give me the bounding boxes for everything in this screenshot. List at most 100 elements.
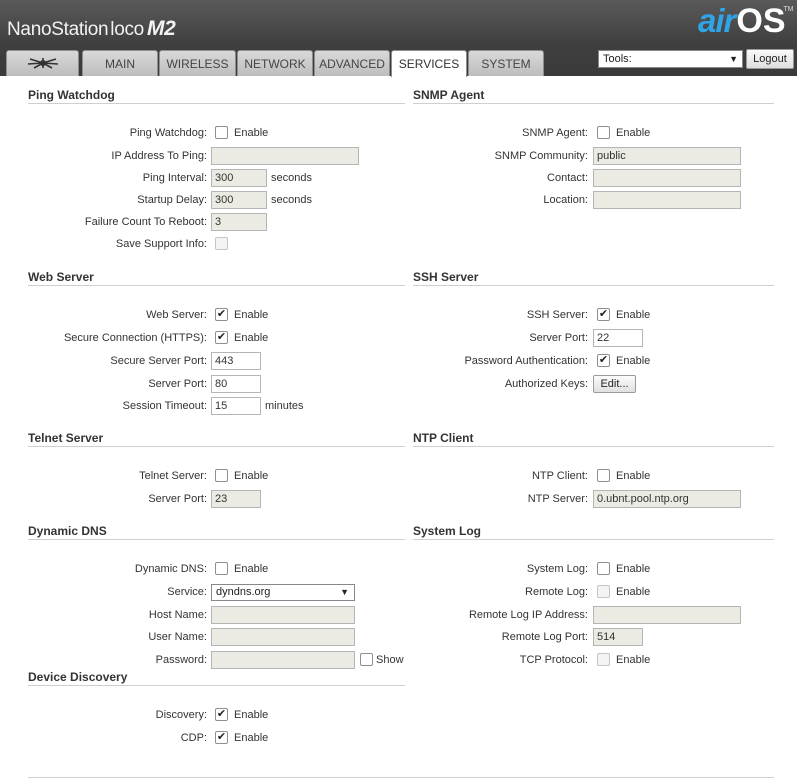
remote-log-label: Remote Log: bbox=[525, 586, 588, 598]
web-server-enable-text: Enable bbox=[234, 309, 269, 321]
snmp-agent-checkbox[interactable] bbox=[597, 126, 610, 139]
ssh-server-title: SSH Server bbox=[413, 270, 479, 284]
remote-log-checkbox[interactable] bbox=[597, 585, 610, 598]
ping-interval-unit: seconds bbox=[271, 172, 312, 184]
snmp-community-input[interactable]: public bbox=[593, 147, 741, 165]
ssh-server-label: SSH Server: bbox=[526, 309, 588, 321]
section-divider bbox=[413, 539, 774, 541]
snmp-contact-input[interactable] bbox=[593, 169, 741, 187]
brand-name: NanoStation bbox=[7, 19, 109, 40]
ping-interval-input[interactable]: 300 bbox=[211, 169, 267, 187]
tab-services[interactable]: SERVICES bbox=[391, 50, 467, 77]
ping-interval-label: Ping Interval: bbox=[142, 172, 207, 184]
startup-delay-label: Startup Delay: bbox=[137, 194, 207, 206]
discovery-label: Discovery: bbox=[155, 709, 207, 721]
telnet-port-label: Server Port: bbox=[148, 493, 207, 505]
ddns-user-input[interactable] bbox=[211, 628, 355, 646]
snmp-agent-enable-text: Enable bbox=[616, 127, 651, 139]
product-logo: NanoStation loco M2 bbox=[7, 17, 176, 41]
ping-watchdog-checkbox[interactable] bbox=[215, 126, 228, 139]
tab-system[interactable]: SYSTEM bbox=[468, 50, 544, 76]
show-password-text: Show bbox=[376, 654, 404, 666]
dynamic-dns-checkbox[interactable] bbox=[215, 562, 228, 575]
web-port-label: Server Port: bbox=[148, 378, 207, 390]
save-support-label: Save Support Info: bbox=[115, 238, 207, 250]
web-server-checkbox[interactable]: ✔ bbox=[215, 308, 228, 321]
failure-count-input[interactable]: 3 bbox=[211, 213, 267, 231]
section-divider bbox=[28, 285, 405, 287]
ddns-password-input[interactable] bbox=[211, 651, 355, 669]
tools-selected-value: Tools: bbox=[603, 53, 632, 65]
tab-wireless[interactable]: WIRELESS bbox=[159, 50, 236, 76]
secure-port-input[interactable]: 443 bbox=[211, 352, 261, 370]
ntp-client-checkbox[interactable] bbox=[597, 469, 610, 482]
dynamic-dns-title: Dynamic DNS bbox=[28, 524, 107, 538]
ddns-service-select[interactable]: dyndns.org ▼ bbox=[211, 584, 355, 601]
tab-advanced[interactable]: ADVANCED bbox=[314, 50, 390, 76]
ssh-port-input[interactable]: 22 bbox=[593, 329, 643, 347]
web-port-input[interactable]: 80 bbox=[211, 375, 261, 393]
tab-ubiquiti-logo[interactable] bbox=[6, 50, 79, 76]
ntp-server-input[interactable]: 0.ubnt.pool.ntp.org bbox=[593, 490, 741, 508]
section-divider bbox=[413, 446, 774, 448]
airos-air-text: air bbox=[698, 2, 736, 39]
cdp-enable-text: Enable bbox=[234, 732, 269, 744]
show-password-checkbox[interactable] bbox=[360, 653, 373, 666]
secure-port-label: Secure Server Port: bbox=[110, 355, 207, 367]
telnet-server-checkbox[interactable] bbox=[215, 469, 228, 482]
tab-main[interactable]: MAIN bbox=[82, 50, 158, 76]
password-auth-label: Password Authentication: bbox=[464, 355, 588, 367]
save-support-checkbox[interactable] bbox=[215, 237, 228, 250]
section-divider bbox=[28, 103, 405, 105]
telnet-port-input[interactable]: 23 bbox=[211, 490, 261, 508]
https-checkbox[interactable]: ✔ bbox=[215, 331, 228, 344]
ddns-host-input[interactable] bbox=[211, 606, 355, 624]
snmp-agent-label: SNMP Agent: bbox=[522, 127, 588, 139]
https-enable-text: Enable bbox=[234, 332, 269, 344]
password-auth-checkbox[interactable]: ✔ bbox=[597, 354, 610, 367]
system-log-enable-text: Enable bbox=[616, 563, 651, 575]
device-discovery-title: Device Discovery bbox=[28, 670, 128, 684]
discovery-checkbox[interactable]: ✔ bbox=[215, 708, 228, 721]
web-server-label: Web Server: bbox=[146, 309, 207, 321]
dropdown-arrow-icon: ▼ bbox=[729, 54, 738, 64]
system-log-checkbox[interactable] bbox=[597, 562, 610, 575]
session-timeout-input[interactable]: 15 bbox=[211, 397, 261, 415]
tcp-protocol-label: TCP Protocol: bbox=[519, 654, 588, 666]
section-divider bbox=[28, 446, 405, 448]
ping-ip-input[interactable] bbox=[211, 147, 359, 165]
startup-delay-input[interactable]: 300 bbox=[211, 191, 267, 209]
ssh-server-checkbox[interactable]: ✔ bbox=[597, 308, 610, 321]
snmp-agent-title: SNMP Agent bbox=[413, 88, 485, 102]
cdp-checkbox[interactable]: ✔ bbox=[215, 731, 228, 744]
dynamic-dns-enable-text: Enable bbox=[234, 563, 269, 575]
ddns-host-label: Host Name: bbox=[148, 609, 207, 621]
brand-model: loco bbox=[110, 19, 144, 40]
logout-button[interactable]: Logout bbox=[746, 49, 794, 69]
airos-os-text: OS bbox=[736, 2, 786, 40]
edit-keys-button[interactable]: Edit... bbox=[593, 375, 636, 393]
ntp-client-enable-text: Enable bbox=[616, 470, 651, 482]
tcp-protocol-enable-text: Enable bbox=[616, 654, 651, 666]
tools-dropdown[interactable]: Tools: ▼ bbox=[598, 50, 743, 68]
brand-suffix: M2 bbox=[146, 17, 176, 40]
startup-delay-unit: seconds bbox=[271, 194, 312, 206]
section-divider bbox=[28, 685, 405, 687]
tcp-protocol-checkbox[interactable] bbox=[597, 653, 610, 666]
ddns-service-label: Service: bbox=[167, 586, 207, 598]
discovery-enable-text: Enable bbox=[234, 709, 269, 721]
web-server-title: Web Server bbox=[28, 270, 94, 284]
telnet-server-label: Telnet Server: bbox=[139, 470, 207, 482]
snmp-location-input[interactable] bbox=[593, 191, 741, 209]
dropdown-arrow-icon: ▼ bbox=[340, 587, 349, 597]
ssh-port-label: Server Port: bbox=[529, 332, 588, 344]
tab-network[interactable]: NETWORK bbox=[237, 50, 313, 76]
password-auth-enable-text: Enable bbox=[616, 355, 651, 367]
remote-log-enable-text: Enable bbox=[616, 586, 651, 598]
system-log-label: System Log: bbox=[526, 563, 588, 575]
remote-log-port-input[interactable]: 514 bbox=[593, 628, 643, 646]
ddns-user-label: User Name: bbox=[148, 631, 207, 643]
remote-log-ip-input[interactable] bbox=[593, 606, 741, 624]
dynamic-dns-label: Dynamic DNS: bbox=[134, 563, 207, 575]
ddns-password-label: Password: bbox=[155, 654, 207, 666]
